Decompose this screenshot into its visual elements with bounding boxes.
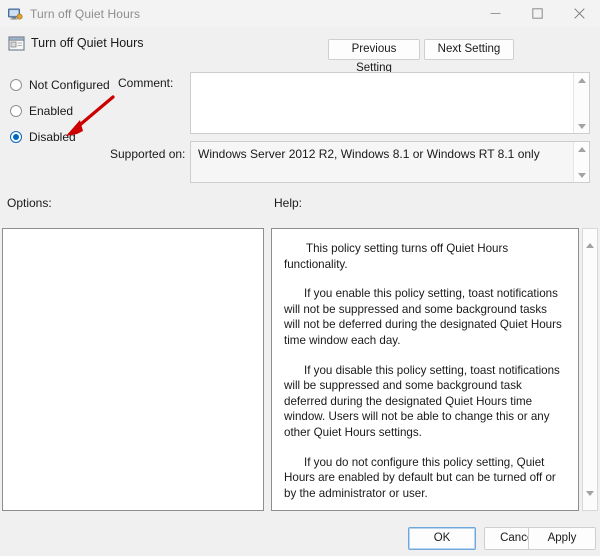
comment-field[interactable] — [190, 72, 590, 134]
radio-not-configured[interactable]: Not Configured — [10, 77, 110, 93]
comment-label: Comment: — [118, 76, 174, 90]
ok-button[interactable]: OK — [408, 527, 476, 550]
close-icon[interactable] — [558, 0, 600, 27]
help-text: This policy setting turns off Quiet Hour… — [272, 229, 578, 501]
apply-button[interactable]: Apply — [528, 527, 596, 550]
help-label: Help: — [274, 196, 303, 210]
scroll-down-icon[interactable] — [574, 119, 590, 133]
next-setting-button[interactable]: Next Setting — [424, 39, 514, 60]
dialog-header: Turn off Quiet Hours Previous Setting Ne… — [0, 27, 600, 74]
monitor-icon — [7, 6, 23, 22]
help-paragraph: If you enable this policy setting, toast… — [284, 287, 562, 347]
help-paragraph: If you disable this policy setting, toas… — [284, 363, 560, 439]
help-paragraph: This policy setting turns off Quiet Hour… — [284, 242, 509, 271]
radio-label-disabled: Disabled — [29, 130, 76, 144]
scroll-down-icon[interactable] — [586, 491, 594, 510]
window-controls — [474, 0, 600, 27]
scroll-up-icon[interactable] — [586, 229, 594, 248]
supported-on-label: Supported on: — [110, 147, 186, 161]
maximize-icon[interactable] — [516, 0, 558, 27]
previous-setting-button[interactable]: Previous Setting — [328, 39, 420, 74]
options-label: Options: — [7, 196, 52, 210]
policy-setting-icon — [8, 35, 25, 52]
minimize-icon[interactable] — [474, 0, 516, 27]
scroll-up-icon[interactable] — [574, 73, 590, 87]
help-scrollbar[interactable] — [582, 228, 598, 511]
radio-enabled[interactable]: Enabled — [10, 103, 73, 119]
radio-mark-enabled — [10, 105, 22, 117]
supported-on-scrollbar[interactable] — [573, 142, 589, 182]
comment-input[interactable] — [191, 73, 573, 133]
scroll-up-icon[interactable] — [574, 142, 590, 156]
title-bar: Turn off Quiet Hours — [0, 0, 600, 27]
options-panel — [2, 228, 264, 511]
radio-mark-disabled — [10, 131, 22, 143]
window-title: Turn off Quiet Hours — [30, 6, 141, 21]
scroll-down-icon[interactable] — [574, 168, 590, 182]
help-paragraph: If you do not configure this policy sett… — [284, 455, 556, 500]
radio-mark-not-configured — [10, 79, 22, 91]
radio-disabled[interactable]: Disabled — [10, 129, 76, 145]
comment-scrollbar[interactable] — [573, 73, 589, 133]
supported-on-field: Windows Server 2012 R2, Windows 8.1 or W… — [190, 141, 590, 183]
supported-on-value: Windows Server 2012 R2, Windows 8.1 or W… — [198, 147, 540, 161]
help-panel: This policy setting turns off Quiet Hour… — [271, 228, 579, 511]
radio-label-not-configured: Not Configured — [29, 78, 110, 92]
panel-splitter[interactable] — [265, 228, 270, 511]
radio-label-enabled: Enabled — [29, 104, 74, 118]
page-title: Turn off Quiet Hours — [31, 36, 144, 50]
